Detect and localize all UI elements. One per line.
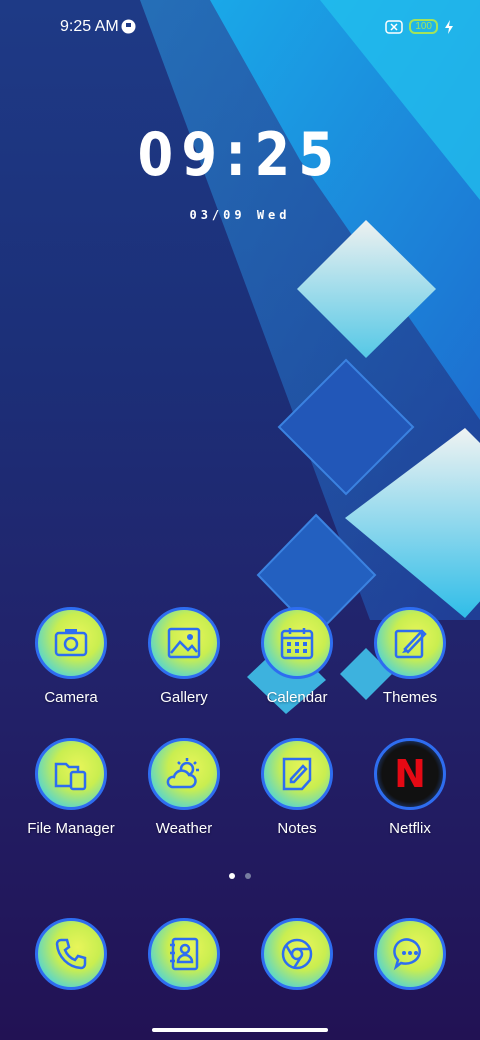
app-label: Calendar	[266, 689, 328, 706]
home-indicator[interactable]	[152, 1028, 328, 1032]
app-themes[interactable]: Themes	[354, 607, 466, 706]
app-label: Camera	[44, 689, 98, 706]
page-dot-active[interactable]	[229, 873, 235, 879]
browser-icon	[261, 918, 333, 990]
battery-indicator: 100	[409, 19, 438, 34]
contacts-icon	[148, 918, 220, 990]
dock-browser[interactable]	[241, 918, 353, 990]
app-calendar[interactable]: Calendar	[241, 607, 353, 706]
app-camera[interactable]: Camera	[15, 607, 127, 706]
netflix-logo: N	[394, 752, 426, 796]
file-manager-icon	[35, 738, 107, 810]
page-dot[interactable]	[245, 873, 251, 879]
status-bar: 9:25 AM 100	[0, 0, 480, 56]
weather-icon	[148, 738, 220, 810]
phone-icon	[35, 918, 107, 990]
dock-phone[interactable]	[15, 918, 127, 990]
dock-contacts[interactable]	[128, 918, 240, 990]
charging-icon	[445, 19, 453, 34]
camera-icon	[35, 607, 107, 679]
notes-icon	[261, 738, 333, 810]
app-gallery[interactable]: Gallery	[128, 607, 240, 706]
status-time: 9:25 AM	[60, 18, 119, 35]
app-label: Weather	[155, 820, 213, 837]
app-label: Notes	[277, 820, 317, 837]
app-label: Themes	[382, 689, 438, 706]
app-label: File Manager	[27, 820, 115, 837]
clock-widget[interactable]: 09:25	[36, 120, 444, 190]
app-file-manager[interactable]: File Manager	[15, 738, 127, 837]
app-label: Netflix	[389, 820, 431, 837]
date-label: 03/09 Wed	[189, 208, 291, 222]
notification-icon	[121, 19, 136, 34]
calendar-icon	[261, 607, 333, 679]
sim-icon	[385, 19, 404, 34]
app-weather[interactable]: Weather	[128, 738, 240, 837]
app-notes[interactable]: Notes	[241, 738, 353, 837]
themes-icon	[374, 607, 446, 679]
app-netflix[interactable]: N Netflix	[354, 738, 466, 837]
dock-messages[interactable]	[354, 918, 466, 990]
gallery-icon	[148, 607, 220, 679]
netflix-icon: N	[374, 738, 446, 810]
messages-icon	[374, 918, 446, 990]
app-label: Gallery	[160, 689, 208, 706]
page-indicator[interactable]	[0, 873, 480, 879]
